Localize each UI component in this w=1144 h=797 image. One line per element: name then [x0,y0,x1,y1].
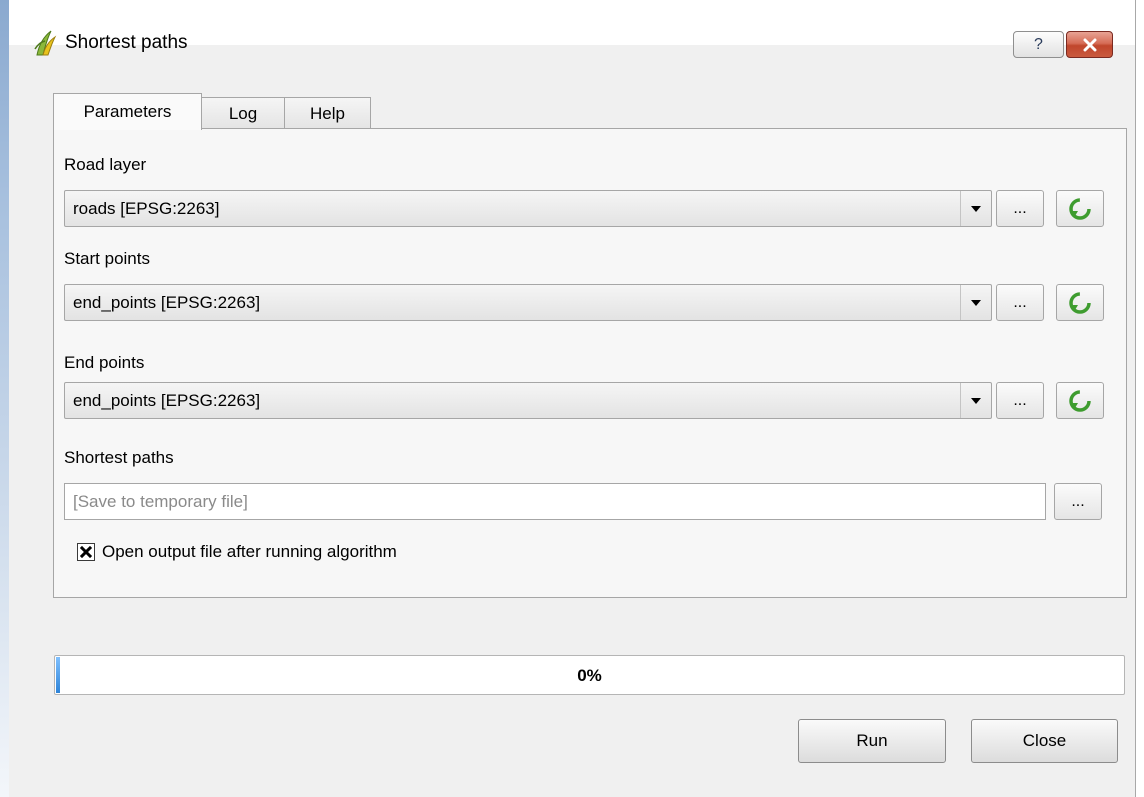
road-layer-label: Road layer [64,155,147,174]
tab-log[interactable]: Log [200,97,286,129]
parameters-panel: Road layer roads [EPSG:2263] ... Start p… [53,128,1127,598]
check-x-icon [80,546,92,558]
tab-help[interactable]: Help [284,97,371,129]
run-label: Run [856,731,888,750]
road-layer-select[interactable]: roads [EPSG:2263] [64,190,992,227]
end-points-value: end_points [EPSG:2263] [73,391,261,410]
output-path-input[interactable] [65,484,1045,519]
browse-label: ... [1013,199,1027,217]
start-points-browse-button[interactable]: ... [996,284,1044,321]
progress-text: 0% [577,666,602,685]
refresh-icon [1069,389,1091,412]
output-browse-button[interactable]: ... [1054,483,1102,520]
refresh-icon [1069,197,1091,220]
close-label: Close [1022,731,1067,750]
open-output-checkbox[interactable] [77,543,95,561]
output-path-field[interactable] [64,483,1046,520]
window-close-button[interactable] [1066,31,1113,58]
browse-label: ... [1013,293,1027,311]
end-points-label: End points [64,353,145,372]
browse-label: ... [1013,391,1027,409]
road-layer-browse-button[interactable]: ... [996,190,1044,227]
browse-label: ... [1071,492,1085,510]
chevron-down-icon [960,191,991,226]
start-points-select[interactable]: end_points [EPSG:2263] [64,284,992,321]
background-window-edge [0,0,9,797]
help-button[interactable]: ? [1013,31,1064,58]
chevron-down-icon [960,285,991,320]
dialog-window: Shortest paths ? Parameters Log Help Roa… [9,0,1136,797]
tab-label: Log [228,103,258,123]
run-button[interactable]: Run [798,719,946,763]
start-points-iterate-button[interactable] [1056,284,1104,321]
qgis-logo-icon [33,29,57,57]
start-points-value: end_points [EPSG:2263] [73,293,261,312]
end-points-select[interactable]: end_points [EPSG:2263] [64,382,992,419]
close-button[interactable]: Close [971,719,1118,763]
chevron-down-icon [960,383,991,418]
end-points-browse-button[interactable]: ... [996,382,1044,419]
tab-parameters[interactable]: Parameters [53,93,202,130]
close-icon [1083,38,1096,51]
window-title: Shortest paths [65,32,188,53]
title-bar: Shortest paths ? [9,0,1135,58]
road-layer-iterate-button[interactable] [1056,190,1104,227]
refresh-icon [1069,291,1091,314]
question-mark-icon: ? [1034,35,1043,53]
end-points-iterate-button[interactable] [1056,382,1104,419]
tab-label: Parameters [83,102,172,121]
output-label: Shortest paths [64,448,174,467]
start-points-label: Start points [64,249,150,268]
progress-bar: 0% [54,655,1125,695]
open-output-label: Open output file after running algorithm [102,542,397,561]
road-layer-value: roads [EPSG:2263] [73,199,220,218]
tab-label: Help [310,103,345,123]
